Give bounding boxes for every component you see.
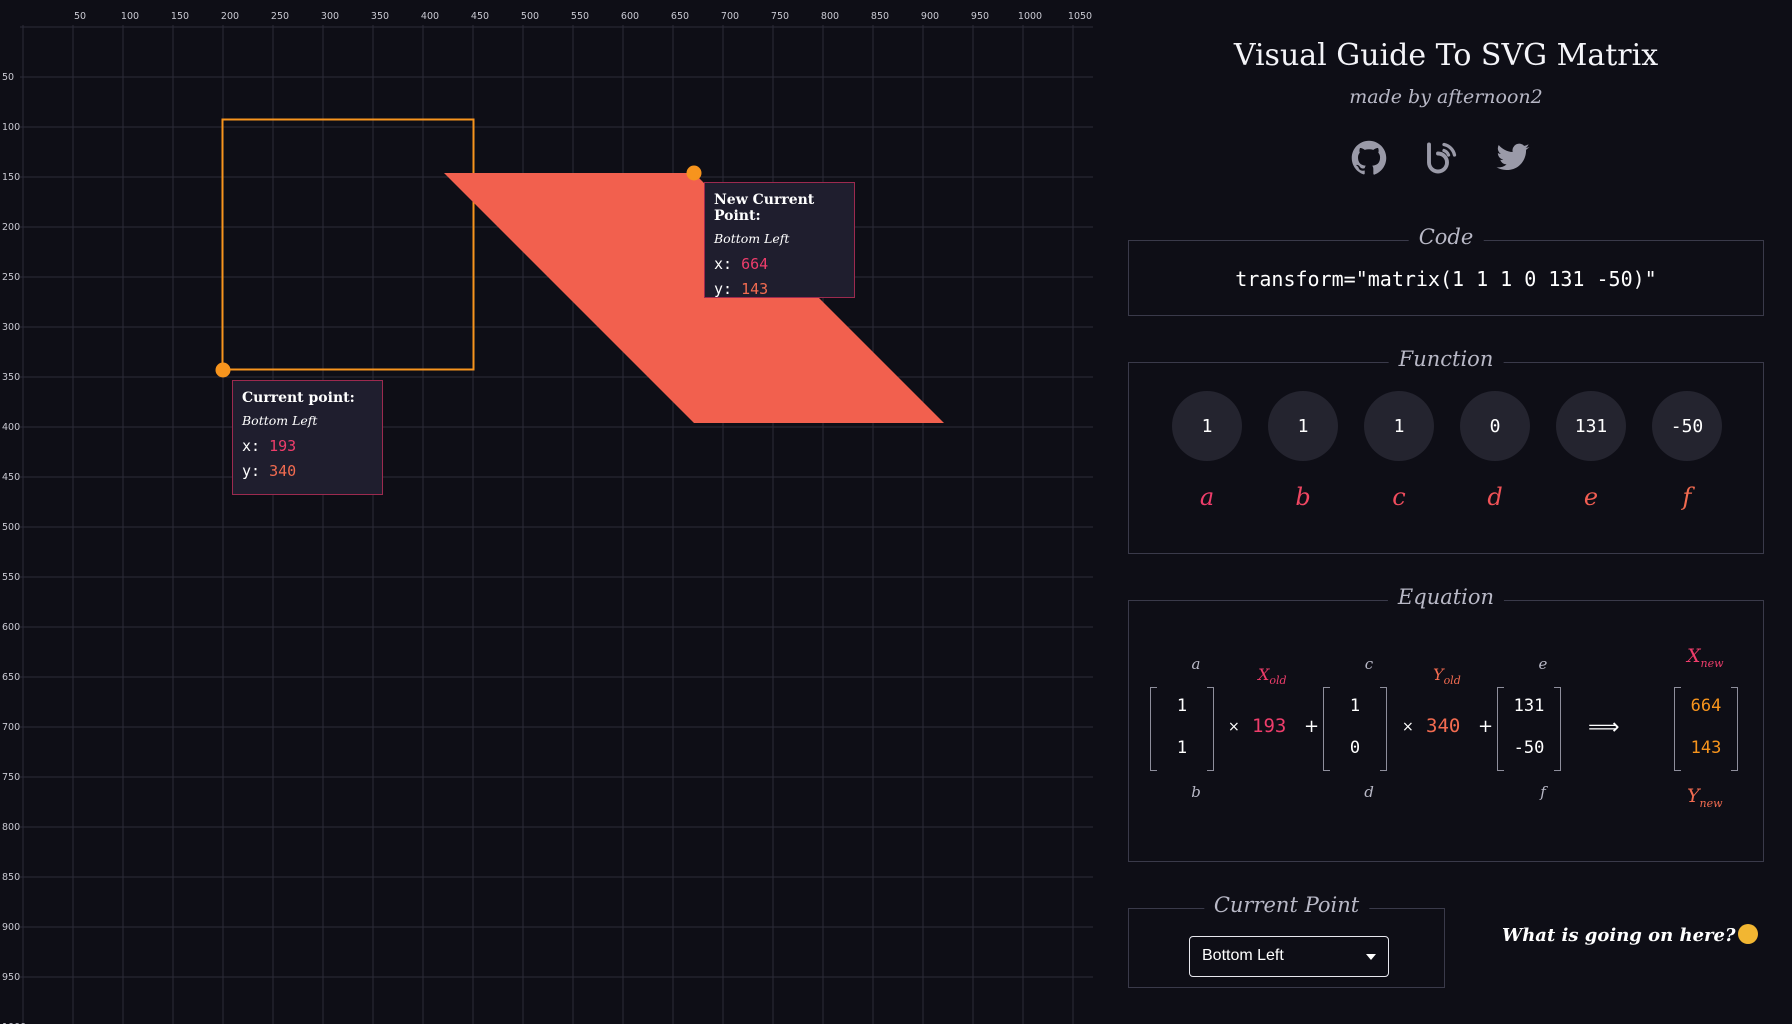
param-a-input[interactable]: 1 bbox=[1172, 391, 1242, 461]
m1-top-label: a bbox=[1191, 655, 1201, 673]
x-new-label: Xnew bbox=[1687, 645, 1724, 670]
shapes-layer bbox=[215, 118, 944, 423]
code-output: transform="matrix(1 1 1 0 131 -50)" bbox=[1235, 267, 1657, 291]
page-title: Visual Guide To SVG Matrix bbox=[1233, 38, 1659, 73]
matrix-ab: 1 1 bbox=[1150, 687, 1214, 771]
x-label: x: bbox=[714, 255, 733, 273]
original-rectangle[interactable] bbox=[221, 118, 475, 371]
tooltip-subtitle: Bottom Left bbox=[242, 413, 318, 428]
param-e-label: e bbox=[1583, 483, 1599, 511]
y-new-sub: new bbox=[1699, 796, 1723, 810]
plus-sign: + bbox=[1478, 716, 1494, 737]
x-old-value: 193 bbox=[1252, 715, 1287, 737]
param-f-input[interactable]: -50 bbox=[1652, 391, 1722, 461]
m2-bottom-label: d bbox=[1364, 783, 1374, 801]
times-sign: × bbox=[1228, 719, 1240, 735]
info-panel: Visual Guide To SVG Matrix made by after… bbox=[1128, 0, 1764, 1024]
matrix-ab-bottom: 1 bbox=[1176, 738, 1188, 758]
tooltip-y-row: y: 340 bbox=[242, 459, 373, 484]
current-point-section: Current Point Bottom Left bbox=[1128, 893, 1445, 988]
twitter-icon[interactable] bbox=[1495, 140, 1531, 176]
plus-sign: + bbox=[1304, 716, 1320, 737]
help-text: What is going on here? bbox=[1502, 925, 1736, 946]
thinking-emoji-icon bbox=[1737, 924, 1758, 944]
coordinate-canvas[interactable]: 50 100 150 200 250 300 350 400 450 500 550 600 650 70… bbox=[0, 0, 1093, 1024]
param-d-label: d bbox=[1487, 483, 1503, 511]
param-d-input[interactable]: 0 bbox=[1460, 391, 1530, 461]
result-y: 143 bbox=[1690, 738, 1722, 758]
new-point-tooltip: New Current Point: Bottom Left x: 664 y:… bbox=[704, 182, 855, 298]
y-label: y: bbox=[242, 462, 261, 480]
chevron-down-icon bbox=[1366, 954, 1376, 960]
author-subtitle: made by afternoon2 bbox=[1349, 86, 1543, 108]
function-legend: Function bbox=[1388, 347, 1504, 371]
x-new-symbol: X bbox=[1687, 645, 1701, 667]
param-b-input[interactable]: 1 bbox=[1268, 391, 1338, 461]
y-old-label: Yold bbox=[1433, 665, 1461, 687]
matrix-ef-bottom: -50 bbox=[1513, 738, 1545, 758]
param-b-label: b bbox=[1295, 483, 1311, 511]
code-section: Code transform="matrix(1 1 1 0 131 -50)" bbox=[1128, 225, 1764, 316]
param-f-label: f bbox=[1682, 483, 1692, 511]
current-point-handle[interactable] bbox=[215, 362, 231, 378]
function-section: Function 1 1 1 0 131 -50 a b c d e f bbox=[1128, 347, 1764, 554]
m1-bottom-label: b bbox=[1191, 783, 1201, 801]
current-point-tooltip: Current point: Bottom Left x: 193 y: 340 bbox=[232, 380, 383, 495]
equation-section: Equation a 1 1 b × Xold 193 + c 1 0 d × … bbox=[1128, 585, 1764, 862]
y-new-symbol: Y bbox=[1687, 785, 1700, 807]
blog-icon[interactable] bbox=[1423, 140, 1459, 176]
new-point-handle[interactable] bbox=[686, 165, 702, 181]
github-icon[interactable] bbox=[1351, 140, 1387, 176]
param-c-label: c bbox=[1392, 483, 1406, 511]
y-value: 143 bbox=[741, 280, 769, 298]
y-old-sub: old bbox=[1443, 674, 1461, 688]
m3-top-label: e bbox=[1538, 655, 1548, 673]
x-value: 664 bbox=[741, 255, 769, 273]
help-link[interactable]: What is going on here? bbox=[1502, 924, 1758, 946]
matrix-ab-top: 1 bbox=[1176, 696, 1188, 716]
y-value: 340 bbox=[269, 462, 297, 480]
m3-bottom-label: f bbox=[1540, 783, 1546, 801]
x-old-sub: old bbox=[1269, 674, 1287, 688]
current-point-select[interactable]: Bottom Left bbox=[1189, 936, 1389, 977]
matrix-cd-top: 1 bbox=[1349, 696, 1361, 716]
y-old-symbol: Y bbox=[1433, 665, 1444, 684]
param-a-label: a bbox=[1199, 483, 1215, 511]
code-legend: Code bbox=[1408, 225, 1484, 249]
result-matrix: 664 143 bbox=[1674, 687, 1738, 771]
m2-top-label: c bbox=[1364, 655, 1374, 673]
x-value: 193 bbox=[269, 437, 297, 455]
x-old-symbol: X bbox=[1258, 665, 1270, 684]
y-label: y: bbox=[714, 280, 733, 298]
times-sign: × bbox=[1402, 719, 1414, 735]
matrix-cd: 1 0 bbox=[1323, 687, 1387, 771]
x-new-sub: new bbox=[1700, 656, 1724, 670]
transformed-parallelogram[interactable] bbox=[444, 173, 944, 423]
param-c-input[interactable]: 1 bbox=[1364, 391, 1434, 461]
equation-legend: Equation bbox=[1387, 585, 1505, 609]
matrix-ef-top: 131 bbox=[1513, 696, 1545, 716]
param-e-input[interactable]: 131 bbox=[1556, 391, 1626, 461]
current-point-legend: Current Point bbox=[1203, 893, 1370, 917]
matrix-ef: 131 -50 bbox=[1497, 687, 1561, 771]
tooltip-x-row: x: 664 bbox=[714, 252, 845, 277]
matrix-cd-bottom: 0 bbox=[1349, 738, 1361, 758]
y-new-label: Ynew bbox=[1687, 785, 1723, 810]
result-x: 664 bbox=[1690, 696, 1722, 716]
tooltip-title: New Current Point: bbox=[714, 192, 815, 224]
selected-option: Bottom Left bbox=[1202, 947, 1284, 964]
tooltip-title: Current point: bbox=[242, 390, 355, 406]
x-old-label: Xold bbox=[1258, 665, 1287, 687]
implies-arrow: ⟹ bbox=[1588, 715, 1620, 740]
tooltip-subtitle: Bottom Left bbox=[714, 231, 790, 246]
y-old-value: 340 bbox=[1426, 715, 1461, 737]
tooltip-y-row: y: 143 bbox=[714, 277, 845, 302]
x-label: x: bbox=[242, 437, 261, 455]
tooltip-x-row: x: 193 bbox=[242, 434, 373, 459]
